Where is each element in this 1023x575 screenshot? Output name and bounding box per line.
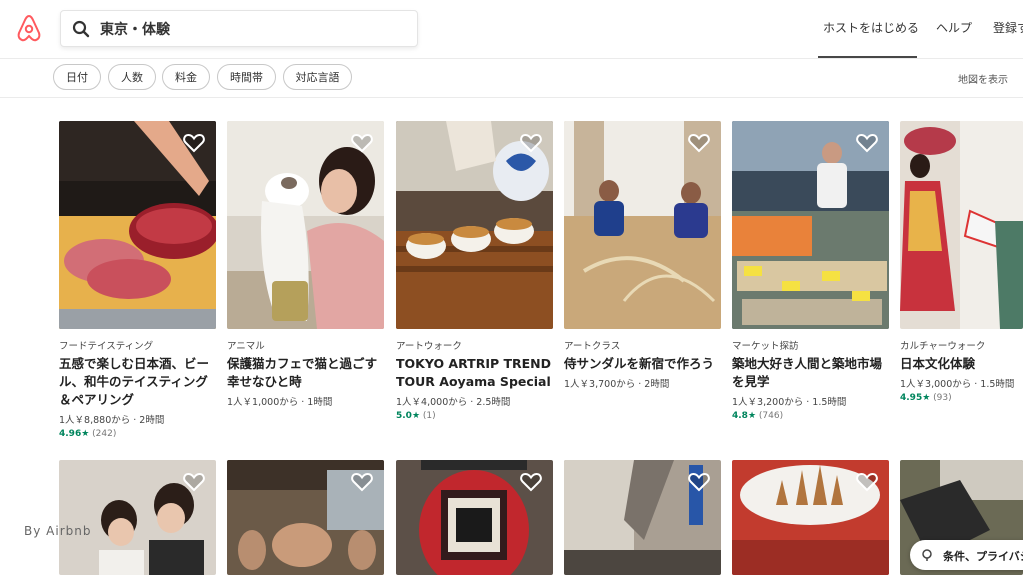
experience-card[interactable]: カルチャーウォーク 日本文化体験 1人￥3,000から · 1.5時間 4.95…	[900, 121, 1023, 403]
experience-photo[interactable]	[900, 121, 1023, 329]
card-category: アートウォーク	[396, 341, 462, 352]
card-title[interactable]: 日本文化体験	[900, 355, 1023, 373]
review-count: (1)	[422, 411, 436, 421]
heart-icon[interactable]	[520, 133, 542, 153]
card-title[interactable]: 五感で楽しむ日本酒、ビール、和牛のテイスティング＆ペアリング	[59, 355, 216, 409]
filter-price[interactable]: 料金	[162, 64, 210, 90]
privacy-label: 条件、プライバシ	[943, 550, 1023, 563]
card-category: カルチャーウォーク	[900, 341, 986, 352]
experience-photo[interactable]	[732, 460, 889, 575]
heart-icon[interactable]	[856, 472, 878, 492]
heart-icon[interactable]	[183, 472, 205, 492]
card-title[interactable]: 築地大好き人間と築地市場を見学	[732, 355, 889, 391]
experience-card[interactable]: アニマル 保護猫カフェで猫と過ごす幸せなひと時 1人￥1,000から · 1時間	[227, 121, 384, 408]
review-count: (242)	[92, 429, 117, 439]
card-price-duration: 1人￥1,000から · 1時間	[227, 397, 333, 408]
filter-bar: 日付 人数 料金 時間帯 対応言語 地図を表示	[0, 59, 1023, 98]
nav-become-host[interactable]: ホストをはじめる	[823, 19, 919, 36]
nav-help[interactable]: ヘルプ	[936, 19, 972, 36]
experience-photo[interactable]	[227, 460, 384, 575]
card-price-duration: 1人￥4,000から · 2.5時間	[396, 397, 511, 408]
heart-icon[interactable]	[351, 472, 373, 492]
card-title[interactable]: 保護猫カフェで猫と過ごす幸せなひと時	[227, 355, 384, 391]
nav-signup[interactable]: 登録す	[993, 19, 1023, 36]
card-rating: 5.0★ (1)	[396, 411, 553, 421]
heart-icon[interactable]	[351, 133, 373, 153]
card-price-duration: 1人￥3,000から · 1.5時間	[900, 379, 1015, 390]
review-count: (93)	[933, 393, 952, 403]
card-price-duration: 1人￥3,700から · 2時間	[564, 379, 670, 390]
heart-icon[interactable]	[520, 472, 542, 492]
rating-score: 4.95★	[900, 393, 931, 403]
experience-photo[interactable]	[732, 121, 889, 329]
heart-icon[interactable]	[688, 472, 710, 492]
card-price-duration: 1人￥8,880から · 2時間	[59, 415, 165, 426]
experience-photo[interactable]	[564, 460, 721, 575]
privacy-terms-button[interactable]: 条件、プライバシ	[910, 540, 1023, 570]
card-rating: 4.95★ (93)	[900, 393, 1023, 403]
nav-active-underline	[818, 56, 917, 58]
show-map-link[interactable]: 地図を表示	[958, 71, 1008, 86]
experience-photo[interactable]	[227, 121, 384, 329]
card-price-duration: 1人￥3,200から · 1.5時間	[732, 397, 847, 408]
filter-guests[interactable]: 人数	[108, 64, 156, 90]
experience-photo[interactable]	[396, 460, 553, 575]
review-count: (746)	[758, 411, 784, 421]
top-header: 東京・体験 ホストをはじめる ヘルプ 登録す	[0, 0, 1023, 59]
rating-score: 5.0★	[396, 411, 421, 421]
filter-date[interactable]: 日付	[53, 64, 101, 90]
card-category: フードテイスティング	[59, 341, 154, 352]
filter-time[interactable]: 時間帯	[217, 64, 276, 90]
search-input-value[interactable]: 東京・体験	[100, 19, 170, 39]
experience-photo[interactable]	[59, 460, 216, 575]
experience-card[interactable]: アートクラス 侍サンダルを新宿で作ろう 1人￥3,700から · 2時間	[564, 121, 721, 390]
experience-photo[interactable]	[396, 121, 553, 329]
search-bar[interactable]: 東京・体験	[60, 10, 418, 47]
heart-icon[interactable]	[856, 133, 878, 153]
heart-icon[interactable]	[688, 133, 710, 153]
globe-icon	[922, 549, 932, 561]
experience-card[interactable]: フードテイスティング 五感で楽しむ日本酒、ビール、和牛のテイスティング＆ペアリン…	[59, 121, 216, 439]
experience-card[interactable]: マーケット探訪 築地大好き人間と築地市場を見学 1人￥3,200から · 1.5…	[732, 121, 889, 421]
card-title[interactable]: TOKYO ARTRIP TREND TOUR Aoyama Special	[396, 355, 553, 391]
rating-score: 4.96★	[59, 429, 90, 439]
card-category: マーケット探訪	[732, 341, 799, 352]
experience-photo[interactable]	[59, 121, 216, 329]
search-icon	[72, 20, 90, 38]
card-category: アートクラス	[564, 341, 621, 352]
card-rating: 4.96★ (242)	[59, 429, 216, 439]
heart-icon[interactable]	[183, 133, 205, 153]
card-category: アニマル	[227, 341, 265, 352]
by-airbnb-watermark: By Airbnb	[24, 524, 92, 538]
experience-photo[interactable]	[564, 121, 721, 329]
filter-language[interactable]: 対応言語	[283, 64, 352, 90]
experience-card[interactable]: アートウォーク TOKYO ARTRIP TREND TOUR Aoyama S…	[396, 121, 553, 421]
card-title[interactable]: 侍サンダルを新宿で作ろう	[564, 355, 721, 373]
rating-score: 4.8★	[732, 411, 757, 421]
airbnb-logo-icon[interactable]	[16, 14, 42, 42]
card-rating: 4.8★ (746)	[732, 411, 889, 421]
